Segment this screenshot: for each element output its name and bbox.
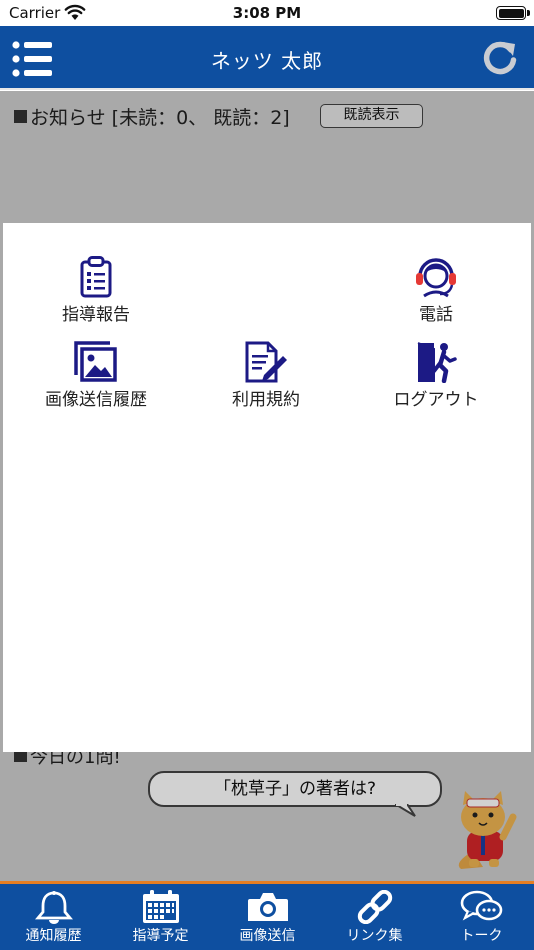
tab-label: 通知履歴: [25, 928, 82, 944]
image-gallery-icon: [74, 341, 117, 382]
bottom-tab-bar: 通知履歴 指導予定 画像送信 リンク集 トーク: [0, 881, 534, 950]
menu-item-label: 利用規約: [232, 390, 300, 410]
tab-label: リンク集: [346, 928, 403, 944]
menu-item-terms[interactable]: 利用規約: [191, 341, 341, 410]
tab-schedule[interactable]: 指導予定: [107, 884, 214, 950]
tab-talk[interactable]: トーク: [428, 884, 534, 950]
link-icon: [357, 890, 392, 924]
exit-door-icon: [417, 342, 457, 383]
bell-icon: [34, 891, 73, 924]
menu-item-label: 画像送信履歴: [45, 390, 147, 410]
menu-item-label: 電話: [419, 305, 453, 325]
status-bar: Carrier 3:08 PM: [0, 0, 534, 26]
clipboard-list-icon: [80, 256, 112, 298]
app-header: ネッツ 太郎: [0, 26, 534, 90]
battery-icon: [496, 6, 526, 20]
tab-label: 指導予定: [132, 928, 189, 944]
calendar-icon: [142, 890, 179, 923]
tab-label: 画像送信: [239, 928, 296, 944]
chat-bubbles-icon: [460, 890, 502, 921]
document-edit-icon: [245, 341, 287, 383]
menu-item-logout[interactable]: ログアウト: [361, 341, 511, 410]
menu-item-report[interactable]: 指導報告: [21, 256, 171, 325]
refresh-icon: [483, 41, 517, 75]
user-name-title: ネッツ 太郎: [210, 49, 324, 73]
menu-item-label: ログアウト: [393, 390, 479, 410]
tab-notification-history[interactable]: 通知履歴: [0, 884, 107, 950]
battery-tip: [527, 10, 530, 16]
menu-item-label: 指導報告: [62, 305, 130, 325]
clock: 3:08 PM: [232, 4, 302, 22]
menu-item-image-history[interactable]: 画像送信履歴: [21, 341, 171, 410]
tab-links[interactable]: リンク集: [321, 884, 428, 950]
popup-menu: 指導報告 電話 画像送信履歴 利用規約 ログアウト: [3, 223, 531, 752]
tab-label: トーク: [460, 928, 503, 944]
refresh-button[interactable]: [480, 38, 520, 78]
tab-send-image[interactable]: 画像送信: [214, 884, 321, 950]
headset-operator-icon: [416, 258, 456, 298]
camera-icon: [247, 893, 288, 921]
menu-item-phone[interactable]: 電話: [361, 256, 511, 325]
